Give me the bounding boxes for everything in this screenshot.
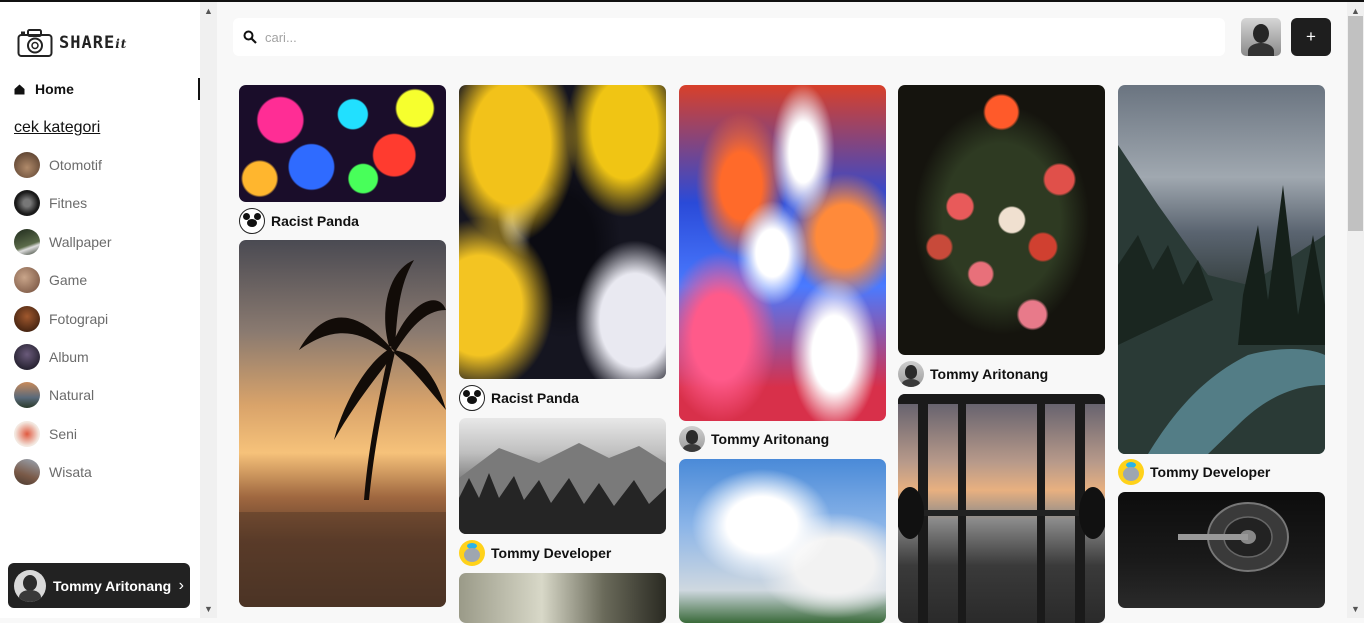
author-avatar — [459, 540, 485, 566]
user-avatar — [14, 569, 46, 602]
category-otomotif[interactable]: Otomotif — [14, 152, 112, 178]
weight-plate-silhouette — [1178, 502, 1289, 572]
scrollbar-thumb[interactable] — [1348, 16, 1363, 231]
pin-image-colorful-clouds[interactable] — [679, 85, 886, 421]
author-avatar — [1118, 459, 1144, 485]
category-wisata[interactable]: Wisata — [14, 459, 112, 486]
sidebar: SHAREit Home cek kategori Otomotif Fitne… — [0, 2, 200, 618]
category-thumbnail — [14, 267, 40, 294]
category-fotograpi[interactable]: Fotograpi — [14, 305, 112, 332]
pin-image-mountain-forest[interactable] — [459, 418, 666, 534]
category-seni[interactable]: Seni — [14, 420, 112, 447]
category-label: Fitnes — [49, 195, 88, 212]
category-thumbnail — [14, 228, 40, 255]
author-name: Tommy Developer — [491, 545, 612, 561]
pin-author[interactable]: Racist Panda — [239, 208, 359, 234]
pin-image-flower-painting[interactable] — [898, 85, 1105, 355]
author-name: Tommy Developer — [1150, 464, 1271, 480]
category-thumbnail — [14, 343, 40, 370]
category-label: Album — [49, 348, 89, 365]
category-thumbnail — [14, 152, 40, 178]
category-fitnes[interactable]: Fitnes — [14, 190, 112, 217]
category-album[interactable]: Album — [14, 343, 112, 370]
user-name: Tommy Aritonang — [53, 577, 172, 594]
author-name: Tommy Aritonang — [711, 431, 830, 447]
app-logo[interactable]: SHAREit — [17, 28, 127, 58]
pin-image-weight-plate[interactable] — [1118, 492, 1325, 608]
pin-image-palm-sunset[interactable] — [239, 240, 446, 607]
pin-author[interactable]: Tommy Developer — [459, 540, 611, 566]
author-avatar — [898, 361, 924, 387]
main-scrollbar[interactable]: ▲ ▼ — [1347, 2, 1364, 618]
category-label: Otomotif — [49, 157, 102, 173]
author-avatar — [459, 385, 485, 411]
search-icon — [243, 30, 257, 44]
pin-image-paint-splash[interactable] — [239, 85, 446, 202]
sidebar-scrollbar[interactable]: ▲ ▼ — [200, 2, 217, 618]
scroll-down-arrow-icon[interactable]: ▼ — [1347, 602, 1364, 616]
author-avatar — [239, 208, 265, 234]
mountain-silhouette — [459, 443, 666, 534]
author-avatar — [679, 426, 705, 452]
category-list: Otomotif Fitnes Wallpaper Game Fotograpi… — [14, 152, 112, 498]
river-valley-silhouette — [1118, 145, 1325, 454]
category-wallpaper[interactable]: Wallpaper — [14, 228, 112, 255]
nav-home[interactable]: Home — [14, 78, 200, 100]
pin-author[interactable]: Tommy Aritonang — [898, 361, 1048, 387]
palm-tree-silhouette — [239, 260, 446, 607]
author-name: Racist Panda — [271, 213, 359, 229]
category-thumbnail — [14, 190, 40, 217]
category-heading: cek kategori — [14, 119, 101, 136]
scroll-down-arrow-icon[interactable]: ▼ — [200, 602, 217, 616]
nav-home-label: Home — [35, 81, 74, 97]
add-pin-button[interactable]: + — [1291, 18, 1331, 56]
current-user-card[interactable]: Tommy Aritonang › — [8, 563, 190, 608]
category-thumbnail — [14, 305, 40, 332]
category-label: Fotograpi — [49, 310, 109, 327]
author-name: Tommy Aritonang — [930, 366, 1049, 382]
profile-avatar-button[interactable] — [1241, 18, 1281, 56]
category-label: Seni — [49, 425, 78, 442]
category-thumbnail — [14, 459, 40, 486]
category-label: Wallpaper — [49, 233, 112, 250]
category-natural[interactable]: Natural — [14, 382, 112, 409]
chevron-right-icon: › — [178, 576, 184, 594]
pin-image-mountain-river[interactable] — [1118, 85, 1325, 454]
app-name: SHAREit — [59, 33, 128, 53]
pin-image-gym-rack[interactable] — [898, 394, 1105, 623]
search-input[interactable] — [265, 29, 1165, 45]
scroll-up-arrow-icon[interactable]: ▲ — [200, 4, 217, 18]
pin-image-sky-clouds[interactable] — [679, 459, 886, 623]
window-top-border — [0, 0, 1364, 2]
category-label: Natural — [49, 387, 95, 404]
pin-image-blurred-plant[interactable] — [459, 573, 666, 623]
pin-image-fluid-art[interactable] — [459, 85, 666, 379]
category-thumbnail — [14, 382, 40, 409]
category-thumbnail — [14, 420, 40, 447]
category-label: Game — [49, 272, 88, 289]
camera-icon — [17, 29, 53, 57]
pin-author[interactable]: Tommy Developer — [1118, 459, 1270, 485]
category-label: Wisata — [49, 464, 92, 481]
category-game[interactable]: Game — [14, 267, 112, 294]
home-icon — [14, 84, 25, 94]
pin-author[interactable]: Tommy Aritonang — [679, 426, 829, 452]
pin-author[interactable]: Racist Panda — [459, 385, 579, 411]
power-rack-silhouette — [898, 394, 1105, 623]
author-name: Racist Panda — [491, 390, 579, 406]
search-bar — [233, 18, 1225, 56]
